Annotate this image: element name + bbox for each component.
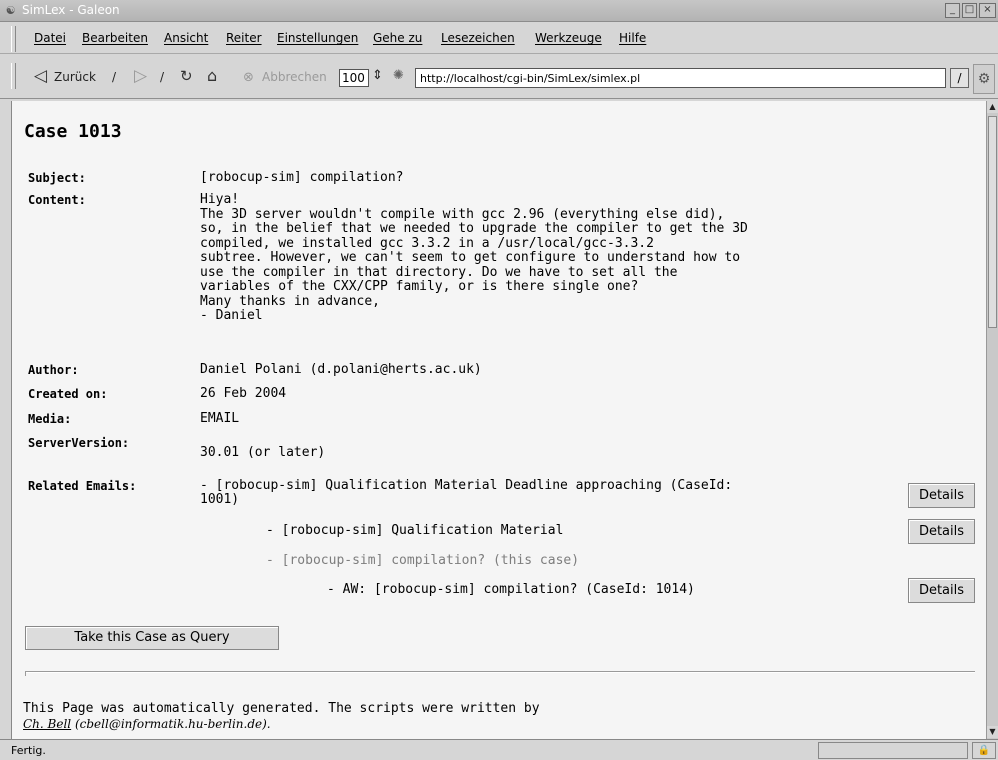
take-case-as-query-button[interactable]: Take this Case as Query	[25, 626, 279, 650]
menu-einstellungen[interactable]: Einstellungen	[277, 31, 358, 45]
menu-gehe-zu[interactable]: Gehe zu	[373, 31, 422, 45]
vertical-scrollbar[interactable]: ▲ ▼	[986, 101, 998, 739]
horizontal-divider	[25, 671, 975, 673]
back-button-label[interactable]: Zurück	[54, 70, 96, 84]
status-text: Fertig.	[11, 744, 46, 757]
server-version-value: 30.01 (or later)	[200, 445, 326, 460]
menu-datei[interactable]: Datei	[34, 31, 66, 45]
divider-tick	[25, 671, 26, 676]
created-value: 26 Feb 2004	[200, 386, 287, 401]
menu-ansicht[interactable]: Ansicht	[164, 31, 208, 45]
back-history-dropdown-icon[interactable]: /	[112, 70, 116, 84]
stop-button-label[interactable]: Abbrechen	[262, 70, 327, 84]
media-label: Media:	[28, 412, 72, 426]
navigation-toolbar: ◁ Zurück / ▷ / ↻ ⌂ ⊗ Abbrechen ⇕ ✺ / ⚙	[0, 54, 998, 99]
author-label: Author:	[28, 363, 79, 377]
details-button[interactable]: Details	[908, 483, 975, 508]
security-lock-icon[interactable]: 🔒	[972, 742, 996, 759]
related-email-item: - [robocup-sim] Qualification Material D…	[200, 479, 732, 507]
stop-icon[interactable]: ⊗	[243, 68, 254, 88]
home-icon[interactable]: ⌂	[207, 66, 217, 86]
maximize-icon[interactable]: □	[962, 3, 977, 18]
window-title: SimLex - Galeon	[22, 3, 120, 17]
content-body: Hiya! The 3D server wouldn't compile wit…	[200, 192, 748, 324]
content-line: use the compiler in that directory. Do w…	[200, 264, 678, 280]
content-line: variables of the CXX/CPP family, or is t…	[200, 279, 639, 294]
forward-history-dropdown-icon[interactable]: /	[160, 70, 164, 84]
footer-text: This Page was automatically generated. T…	[23, 701, 540, 716]
server-version-label: ServerVersion:	[28, 436, 130, 450]
location-go-icon[interactable]: ✺	[393, 68, 404, 83]
subject-label: Subject:	[28, 171, 86, 185]
menu-reiter[interactable]: Reiter	[226, 31, 262, 45]
related-email-item: - [robocup-sim] Qualification Material	[266, 523, 564, 538]
throbber-icon[interactable]: ⚙	[973, 64, 995, 94]
subject-value: [robocup-sim] compilation?	[200, 170, 404, 185]
zoom-spin-arrows-icon[interactable]: ⇕	[372, 68, 383, 83]
page-content: Case 1013 Subject: [robocup-sim] compila…	[11, 101, 986, 739]
related-email-text: - [robocup-sim] Qualification Material D…	[200, 478, 733, 493]
scroll-up-arrow-icon[interactable]: ▲	[987, 101, 998, 113]
url-input[interactable]	[415, 68, 946, 88]
status-bar: Fertig. 🔒	[0, 739, 998, 760]
zoom-input[interactable]	[339, 69, 369, 87]
content-line: The 3D server wouldn't compile with gcc …	[200, 206, 725, 222]
content-line: so, in the belief that we needed to upgr…	[200, 221, 748, 236]
related-email-text: 1001)	[200, 492, 240, 507]
menu-lesezeichen[interactable]: Lesezeichen	[441, 31, 515, 45]
back-arrow-icon[interactable]: ◁	[34, 66, 47, 86]
related-emails-label: Related Emails:	[28, 479, 137, 493]
menu-bar: Datei Bearbeiten Ansicht Reiter Einstell…	[0, 22, 998, 54]
window-titlebar: ☯ SimLex - Galeon _ □ ×	[0, 0, 998, 22]
author-value: Daniel Polani (d.polani@herts.ac.uk)	[200, 362, 482, 377]
created-label: Created on:	[28, 387, 108, 401]
menu-werkzeuge[interactable]: Werkzeuge	[535, 31, 602, 45]
page-title: Case 1013	[24, 121, 122, 142]
toolbar-grip[interactable]	[11, 63, 16, 89]
content-line: Hiya!	[200, 192, 240, 207]
author-email: (cbell@informatik.hu-berlin.de).	[74, 717, 271, 731]
related-email-item: - AW: [robocup-sim] compilation? (CaseId…	[327, 582, 695, 597]
minimize-icon[interactable]: _	[945, 3, 960, 18]
scroll-down-arrow-icon[interactable]: ▼	[987, 726, 998, 738]
author-link[interactable]: Ch. Bell	[23, 717, 71, 731]
forward-arrow-icon[interactable]: ▷	[134, 66, 147, 86]
related-email-current: - [robocup-sim] compilation? (this case)	[266, 553, 580, 568]
menu-hilfe[interactable]: Hilfe	[619, 31, 646, 45]
content-label: Content:	[28, 193, 86, 207]
content-line: subtree. However, we can't seem to get c…	[200, 250, 741, 265]
footer-credit: Ch. Bell (cbell@informatik.hu-berlin.de)…	[23, 717, 271, 731]
status-progress-pane	[818, 742, 968, 759]
scroll-thumb[interactable]	[988, 116, 997, 328]
menu-bearbeiten[interactable]: Bearbeiten	[82, 31, 148, 45]
details-button[interactable]: Details	[908, 578, 975, 603]
reload-icon[interactable]: ↻	[180, 66, 193, 86]
galeon-app-icon: ☯	[5, 4, 16, 17]
media-value: EMAIL	[200, 411, 240, 426]
content-line: compiled, we installed gcc 3.3.2 in a /u…	[200, 235, 654, 251]
url-history-dropdown-icon[interactable]: /	[950, 68, 969, 88]
content-line: - Daniel	[200, 308, 263, 323]
content-line: Many thanks in advance,	[200, 293, 381, 309]
details-button[interactable]: Details	[908, 519, 975, 544]
close-icon[interactable]: ×	[979, 3, 996, 18]
menubar-grip[interactable]	[11, 26, 16, 52]
